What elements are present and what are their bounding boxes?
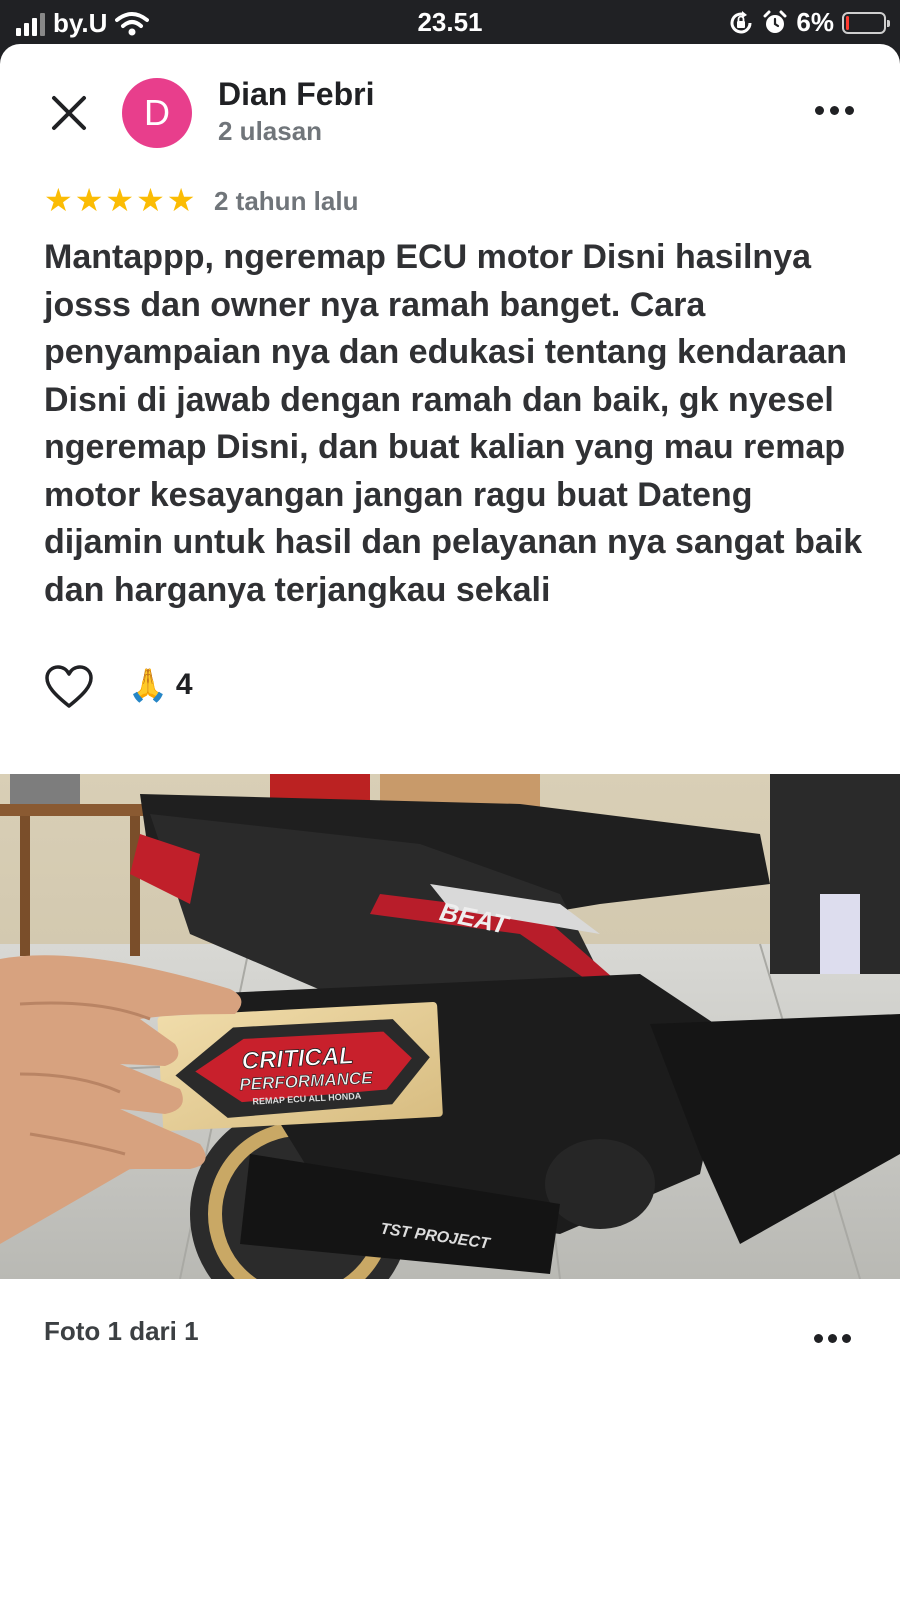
star-icon: ★	[136, 182, 165, 218]
more-dot-icon	[844, 105, 854, 115]
more-dot-icon	[814, 1333, 823, 1343]
star-icon: ★	[105, 182, 135, 218]
more-dot-icon	[814, 105, 824, 115]
heart-icon	[45, 665, 93, 708]
star-icon: ★	[74, 182, 104, 218]
rotation-lock-icon	[730, 10, 752, 33]
more-dot-icon	[829, 105, 839, 115]
more-dot-icon	[842, 1333, 851, 1343]
pray-reaction-icon: 🙏	[128, 667, 168, 703]
battery-icon	[842, 11, 890, 34]
star-rating: ★ ★ ★ ★ ★	[44, 184, 195, 216]
photo-more-options-button[interactable]	[814, 1332, 854, 1344]
reaction-summary[interactable]: 🙏 4	[128, 666, 193, 704]
author-review-count: 2 ulasan	[218, 116, 323, 146]
review-text: Mantappp, ngeremap ECU motor Disni hasil…	[44, 238, 863, 609]
alarm-icon	[763, 10, 787, 33]
close-button[interactable]	[46, 90, 92, 136]
avatar[interactable]: D	[122, 78, 192, 148]
review-photo-image: BEAT TST PROJECT CRITICAL PERFORMANCE RE…	[0, 774, 900, 1279]
author-name[interactable]: Dian Febri	[218, 76, 374, 113]
star-icon: ★	[44, 182, 73, 218]
like-button[interactable]	[44, 664, 94, 710]
reaction-count: 4	[175, 668, 193, 701]
star-icon: ★	[166, 182, 196, 218]
status-right: 6%	[728, 7, 890, 38]
status-bar: by.U 23.51 6%	[0, 0, 900, 44]
review-photo[interactable]: BEAT TST PROJECT CRITICAL PERFORMANCE RE…	[0, 774, 900, 1279]
review-date: 2 tahun lalu	[214, 186, 359, 216]
more-options-button[interactable]	[812, 100, 856, 120]
photo-caption: Foto 1 dari 1	[44, 1316, 199, 1346]
review-sheet: D Dian Febri 2 ulasan ★ ★ ★ ★ ★ 2 tahun …	[0, 44, 900, 1600]
close-icon	[52, 96, 86, 130]
more-dot-icon	[828, 1333, 837, 1343]
battery-percentage: 6%	[796, 7, 834, 37]
battery-level-fill	[846, 15, 849, 30]
